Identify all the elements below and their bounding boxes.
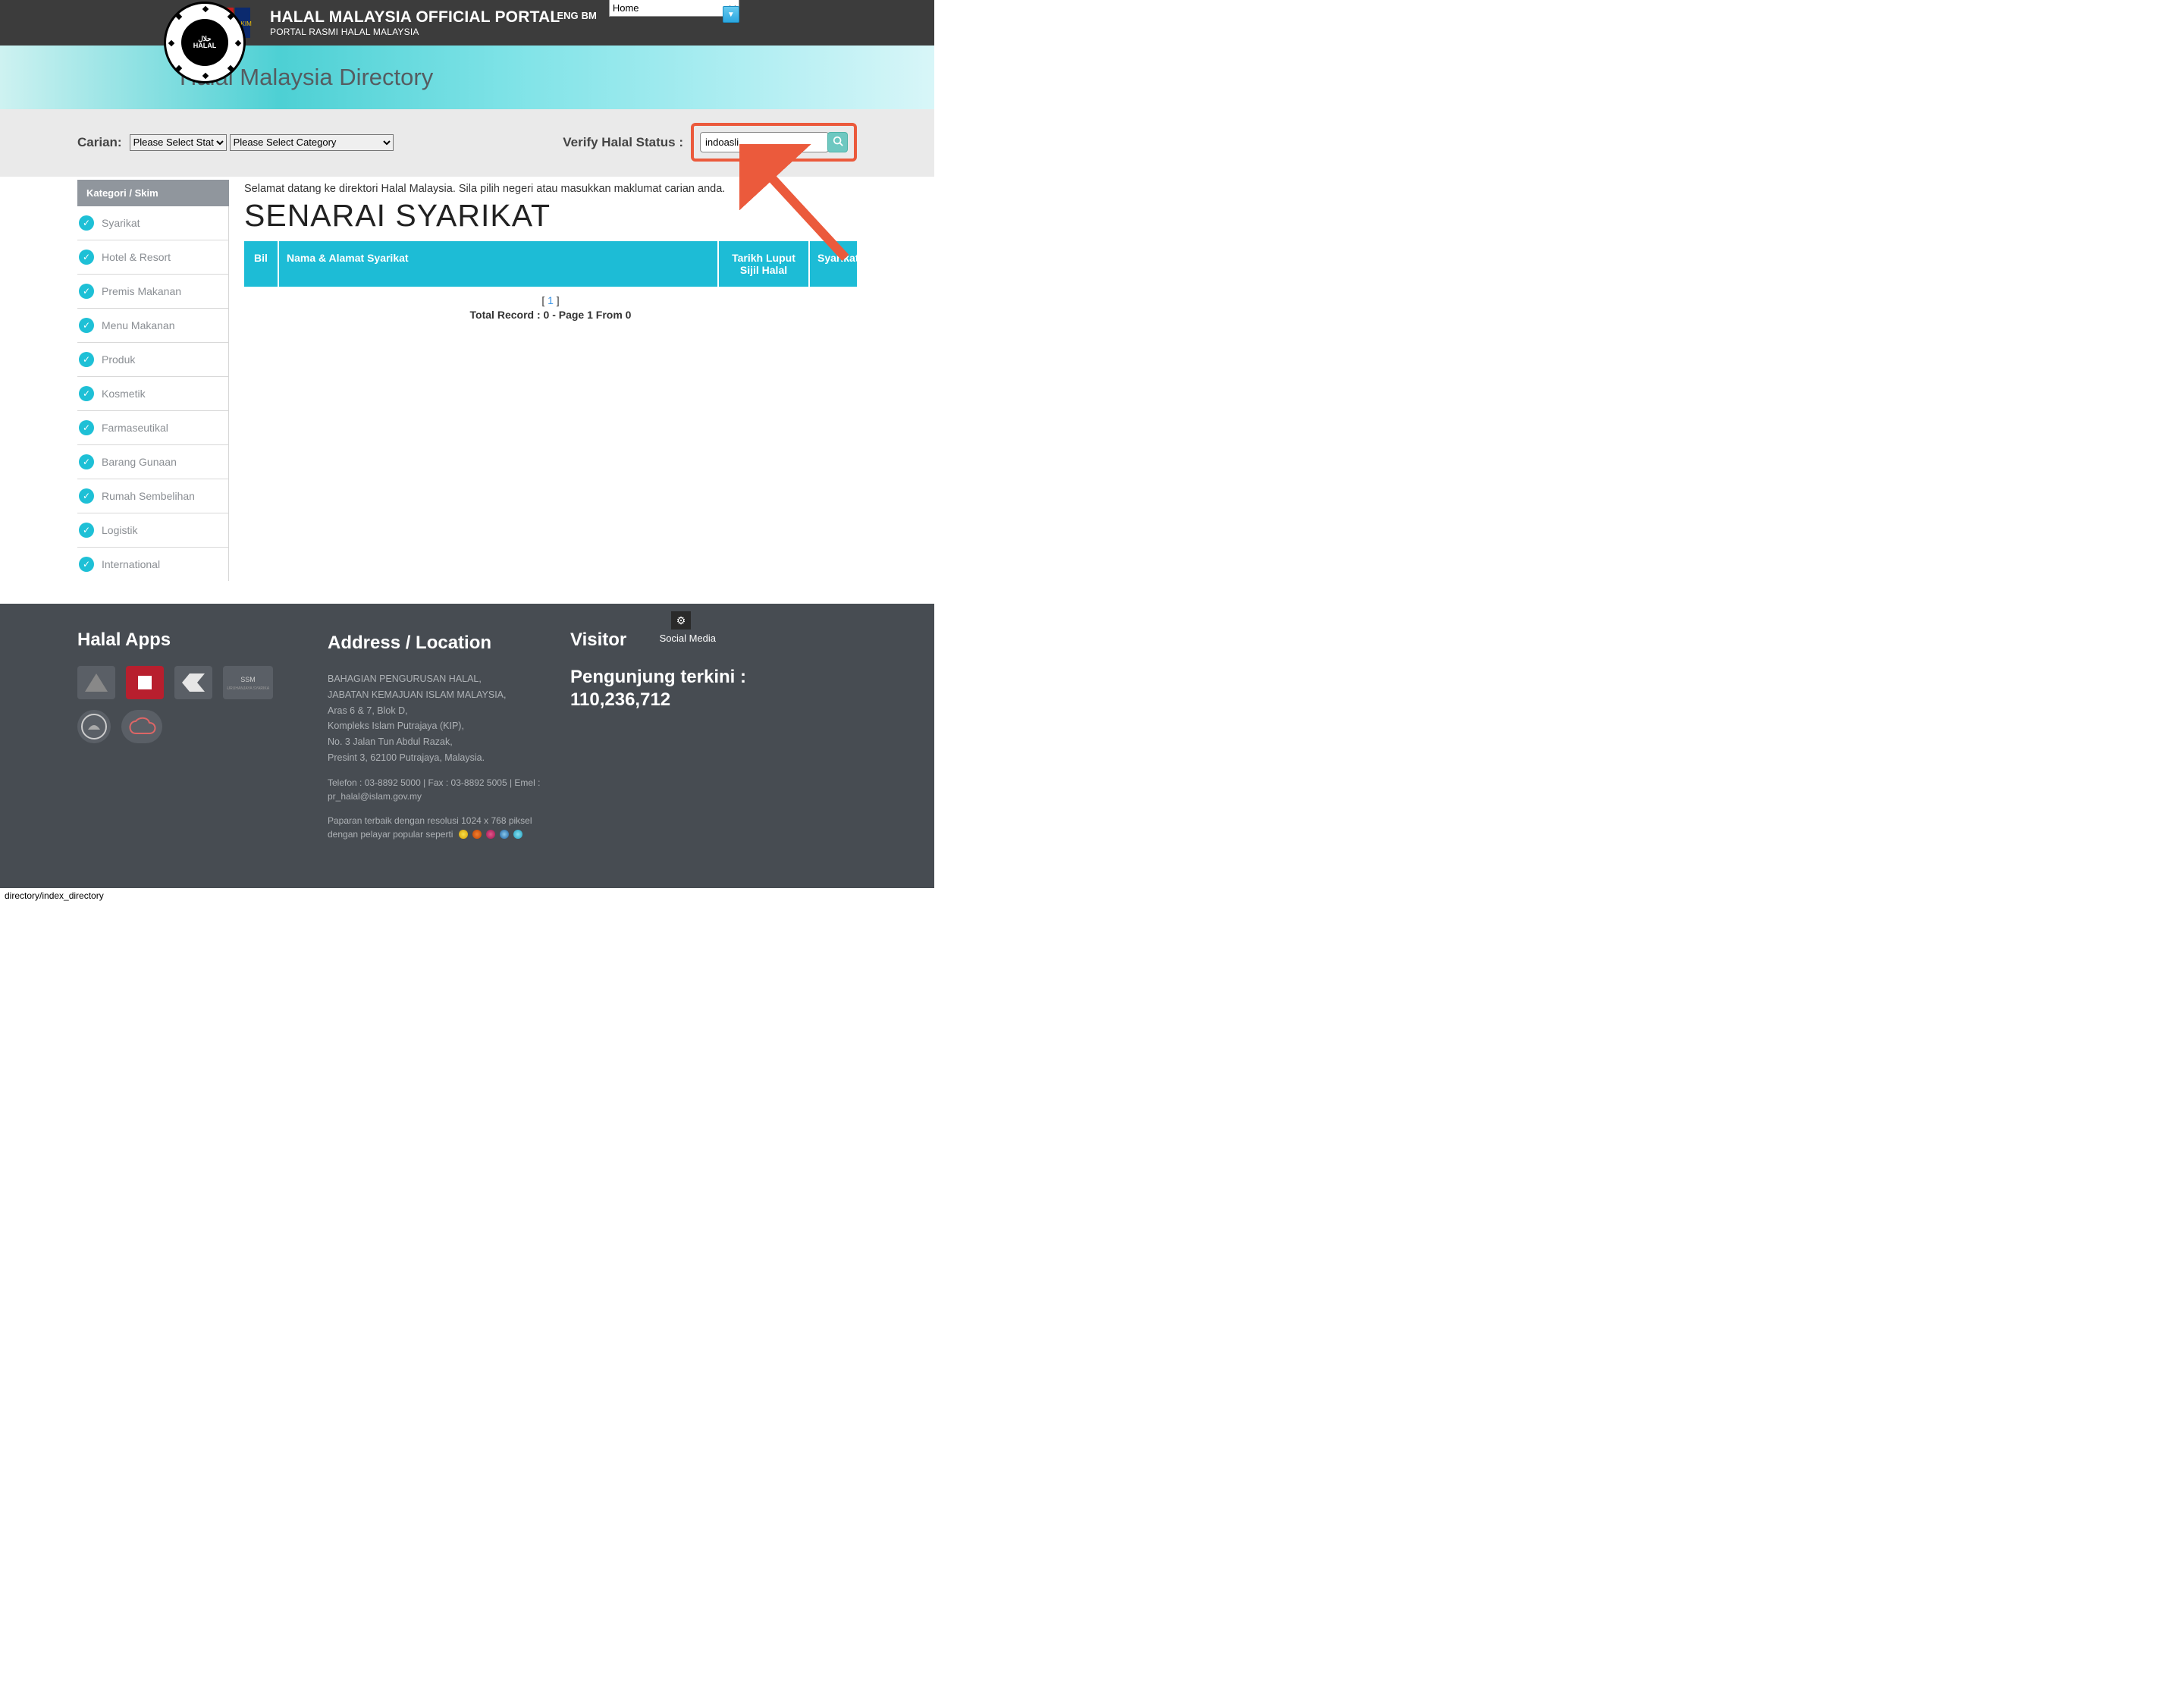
sidebar-item-label: International	[102, 558, 160, 570]
page-title: Halal Malaysia Directory	[180, 64, 857, 91]
check-icon: ✓	[79, 557, 94, 572]
sidebar-item-label: Farmaseutikal	[102, 422, 168, 434]
ie-icon	[500, 830, 509, 839]
pager: [ 1 ]	[244, 294, 857, 306]
footer-address-title: Address / Location	[328, 630, 548, 657]
footer-apps: Halal Apps SSM SURUHANJAYA SYARIKAT	[77, 630, 305, 843]
sidebar-item-label: Syarikat	[102, 217, 140, 229]
visitor-count: 110,236,712	[570, 689, 746, 711]
verify-search-input[interactable]	[700, 132, 829, 152]
footer: ⚙ Social Media Halal Apps SSMSURUHANJAYA…	[0, 604, 934, 888]
sidebar-item-international[interactable]: ✓ International	[77, 548, 228, 581]
col-tarikh: Tarikh Luput Sijil Halal	[719, 241, 810, 287]
search-highlight-box	[691, 123, 857, 162]
sidebar-item-label: Rumah Sembelihan	[102, 490, 195, 502]
list-title: SENARAI SYARIKAT	[244, 198, 857, 234]
app-link-4[interactable]: SSM SURUHANJAYA SYARIKAT	[223, 666, 273, 699]
verify-halal-label: Verify Halal Status :	[563, 135, 683, 150]
app-link-1[interactable]	[77, 666, 115, 699]
sidebar-item-label: Premis Makanan	[102, 285, 181, 297]
addr-line: Aras 6 & 7, Blok D,	[328, 704, 548, 718]
sidebar-item-label: Hotel & Resort	[102, 251, 171, 263]
visitor-label: Pengunjung terkini :	[570, 666, 746, 689]
sidebar-item-rumah[interactable]: ✓ Rumah Sembelihan	[77, 479, 228, 513]
portal-title-block: HALAL MALAYSIA OFFICIAL PORTAL PORTAL RA…	[270, 8, 560, 37]
sidebar-item-produk[interactable]: ✓ Produk	[77, 343, 228, 377]
check-icon: ✓	[79, 386, 94, 401]
addr-line: No. 3 Jalan Tun Abdul Razak,	[328, 735, 548, 749]
sidebar: Kategori / Skim ✓ Syarikat ✓ Hotel & Resor…	[77, 177, 229, 581]
portal-title: HALAL MALAYSIA OFFICIAL PORTAL	[270, 8, 560, 27]
addr-line: Presint 3, 62100 Putrajaya, Malaysia.	[328, 751, 548, 765]
sidebar-item-label: Menu Makanan	[102, 319, 175, 331]
svg-text:SURUHANJAYA SYARIKAT: SURUHANJAYA SYARIKAT	[227, 686, 269, 691]
sidebar-item-barang[interactable]: ✓ Barang Gunaan	[77, 445, 228, 479]
footer-apps-title: Halal Apps	[77, 630, 305, 651]
category-select[interactable]: Please Select Category	[230, 134, 394, 151]
search-button[interactable]	[827, 132, 848, 152]
sidebar-item-label: Produk	[102, 353, 135, 366]
filter-bar: Carian: Please Select State Please Selec…	[0, 109, 934, 177]
addr-line: BAHAGIAN PENGURUSAN HALAL,	[328, 672, 548, 686]
check-icon: ✓	[79, 352, 94, 367]
sidebar-item-menu[interactable]: ✓ Menu Makanan	[77, 309, 228, 343]
settings-button[interactable]: ⚙	[671, 611, 691, 630]
addr-line: Kompleks Islam Putrajaya (KIP),	[328, 719, 548, 733]
col-nama: Nama & Alamat Syarikat	[279, 241, 719, 287]
check-icon: ✓	[79, 318, 94, 333]
col-syarikat: Syarikat	[810, 241, 857, 287]
gear-icon: ⚙	[676, 614, 686, 627]
check-icon: ✓	[79, 523, 94, 538]
sidebar-item-hotel[interactable]: ✓ Hotel & Resort	[77, 240, 228, 275]
sidebar-item-farmaseutikal[interactable]: ✓ Farmaseutikal	[77, 411, 228, 445]
halal-logo: حلالHALAL	[164, 2, 246, 83]
app-link-6[interactable]	[121, 710, 162, 743]
lang-bm-link[interactable]: BM	[582, 10, 597, 21]
status-bar: directory/index_directory	[0, 888, 934, 903]
page-1-link[interactable]: 1	[548, 294, 554, 306]
sidebar-item-syarikat[interactable]: ✓ Syarikat	[77, 206, 228, 240]
footer-visitor: Visitor Pengunjung terkini : 110,236,712	[570, 630, 746, 843]
welcome-text: Selamat datang ke direktori Halal Malays…	[244, 183, 857, 195]
check-icon: ✓	[79, 284, 94, 299]
sidebar-item-label: Barang Gunaan	[102, 456, 177, 468]
sidebar-header: Kategori / Skim	[77, 180, 229, 206]
resolution-line: Paparan terbaik dengan resolusi 1024 x 7…	[328, 814, 548, 841]
record-info: Total Record : 0 - Page 1 From 0	[244, 309, 857, 321]
addr-line: JABATAN KEMAJUAN ISLAM MALAYSIA,	[328, 688, 548, 702]
nav-select[interactable]: Home	[609, 0, 739, 17]
contact-line: Telefon : 03-8892 5000 | Fax : 03-8892 5…	[328, 776, 548, 803]
sidebar-item-label: Kosmetik	[102, 388, 146, 400]
footer-address: Address / Location BAHAGIAN PENGURUSAN H…	[328, 630, 548, 843]
portal-subtitle: PORTAL RASMI HALAL MALAYSIA	[270, 27, 560, 37]
svg-text:SSM: SSM	[240, 676, 256, 683]
check-icon: ✓	[79, 454, 94, 469]
state-select[interactable]: Please Select State	[130, 134, 227, 151]
app-link-2[interactable]	[126, 666, 164, 699]
chrome-icon	[459, 830, 468, 839]
banner: Halal Malaysia Directory	[0, 46, 934, 109]
lang-eng-link[interactable]: ENG	[557, 10, 578, 21]
sidebar-item-label: Logistik	[102, 524, 137, 536]
check-icon: ✓	[79, 250, 94, 265]
footer-visitor-title: Visitor	[570, 630, 746, 651]
firefox-icon	[472, 830, 482, 839]
opera-icon	[486, 830, 495, 839]
check-icon: ✓	[79, 215, 94, 231]
app-link-5[interactable]	[77, 710, 111, 743]
main-content: Selamat datang ke direktori Halal Malays…	[244, 177, 857, 581]
search-icon	[833, 136, 843, 149]
table-header: Bil Nama & Alamat Syarikat Tarikh Luput …	[244, 241, 857, 287]
filter-label-carian: Carian:	[77, 135, 122, 150]
col-bil: Bil	[244, 241, 279, 287]
top-bar: JAKIM HALAL MALAYSIA OFFICIAL PORTAL POR…	[0, 0, 934, 46]
sidebar-item-premis[interactable]: ✓ Premis Makanan	[77, 275, 228, 309]
sidebar-item-logistik[interactable]: ✓ Logistik	[77, 513, 228, 548]
check-icon: ✓	[79, 488, 94, 504]
check-icon: ✓	[79, 420, 94, 435]
sidebar-item-kosmetik[interactable]: ✓ Kosmetik	[77, 377, 228, 411]
app-link-3[interactable]	[174, 666, 212, 699]
safari-icon	[513, 830, 522, 839]
